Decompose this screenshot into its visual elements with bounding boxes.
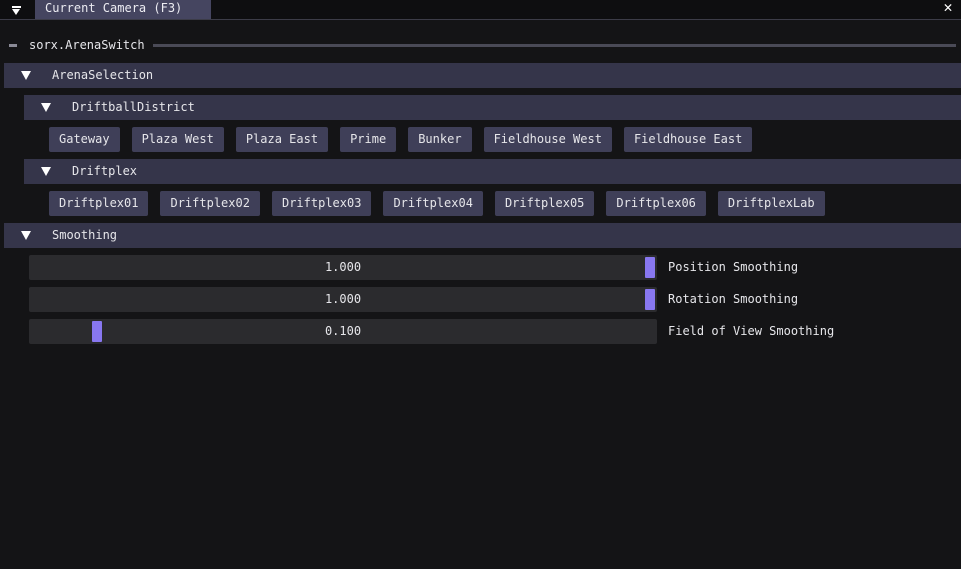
- arena-button-driftplex05[interactable]: Driftplex05: [494, 191, 595, 216]
- arena-button-gateway[interactable]: Gateway: [49, 127, 120, 152]
- arena-button-bunker[interactable]: Bunker: [408, 127, 472, 152]
- slider-grab-handle[interactable]: [92, 321, 103, 342]
- arena-button-driftplex02[interactable]: Driftplex02: [160, 191, 260, 216]
- slider-grab-handle[interactable]: [645, 257, 655, 278]
- position-smoothing-row: 1.000 Position Smoothing: [29, 255, 929, 280]
- close-icon[interactable]: ✕: [941, 0, 955, 17]
- expanded-arrow-icon: [21, 231, 31, 240]
- arena-button-fieldhouse-west[interactable]: Fieldhouse West: [483, 127, 612, 152]
- title-bar: Current Camera (F3) ✕: [0, 0, 961, 20]
- arena-button-fieldhouse-east[interactable]: Fieldhouse East: [623, 127, 753, 152]
- separator-bullet-icon: [9, 44, 17, 47]
- arena-button-driftplex01[interactable]: Driftplex01: [49, 191, 149, 216]
- header-label: ArenaSelection: [52, 68, 154, 82]
- header-driftplex[interactable]: Driftplex: [24, 159, 961, 184]
- current-camera-window: Current Camera (F3) ✕ sorx.ArenaSwitch A…: [0, 0, 961, 569]
- expanded-arrow-icon: [21, 71, 31, 80]
- rotation-smoothing-row: 1.000 Rotation Smoothing: [29, 287, 929, 312]
- slider-value: 0.100: [324, 324, 362, 338]
- fov-smoothing-slider[interactable]: 0.100: [29, 319, 657, 344]
- expanded-arrow-icon: [41, 103, 51, 112]
- header-smoothing[interactable]: Smoothing: [4, 223, 961, 248]
- driftplex-button-row: Driftplex01 Driftplex02 Driftplex03 Drif…: [49, 191, 825, 216]
- arena-button-driftplex06[interactable]: Driftplex06: [606, 191, 706, 216]
- district-button-row: Gateway Plaza West Plaza East Prime Bunk…: [49, 127, 753, 152]
- slider-value: 1.000: [324, 260, 362, 274]
- fov-smoothing-row: 0.100 Field of View Smoothing: [29, 319, 929, 344]
- arena-button-driftplexlab[interactable]: DriftplexLab: [717, 191, 825, 216]
- slider-label: Rotation Smoothing: [668, 292, 799, 306]
- window-menu-button[interactable]: [0, 0, 33, 19]
- slider-value: 1.000: [324, 292, 362, 306]
- separator-label: sorx.ArenaSwitch: [29, 38, 145, 52]
- slider-label: Field of View Smoothing: [668, 324, 835, 338]
- separator-line: [153, 44, 956, 47]
- header-label: DriftballDistrict: [72, 100, 195, 114]
- header-label: Driftplex: [72, 164, 138, 178]
- arena-button-plaza-west[interactable]: Plaza West: [131, 127, 224, 152]
- header-label: Smoothing: [52, 228, 118, 242]
- slider-grab-handle[interactable]: [645, 289, 655, 310]
- arena-button-plaza-east[interactable]: Plaza East: [235, 127, 329, 152]
- position-smoothing-slider[interactable]: 1.000: [29, 255, 657, 280]
- collapse-triangle-icon: [12, 5, 21, 15]
- arena-button-prime[interactable]: Prime: [340, 127, 397, 152]
- header-arena-selection[interactable]: ArenaSelection: [4, 63, 961, 88]
- tab-current-camera[interactable]: Current Camera (F3): [35, 0, 211, 19]
- arena-button-driftplex04[interactable]: Driftplex04: [383, 191, 483, 216]
- arena-button-driftplex03[interactable]: Driftplex03: [271, 191, 372, 216]
- expanded-arrow-icon: [41, 167, 51, 176]
- rotation-smoothing-slider[interactable]: 1.000: [29, 287, 657, 312]
- slider-label: Position Smoothing: [668, 260, 799, 274]
- header-driftball-district[interactable]: DriftballDistrict: [24, 95, 961, 120]
- separator-section: sorx.ArenaSwitch: [9, 37, 956, 53]
